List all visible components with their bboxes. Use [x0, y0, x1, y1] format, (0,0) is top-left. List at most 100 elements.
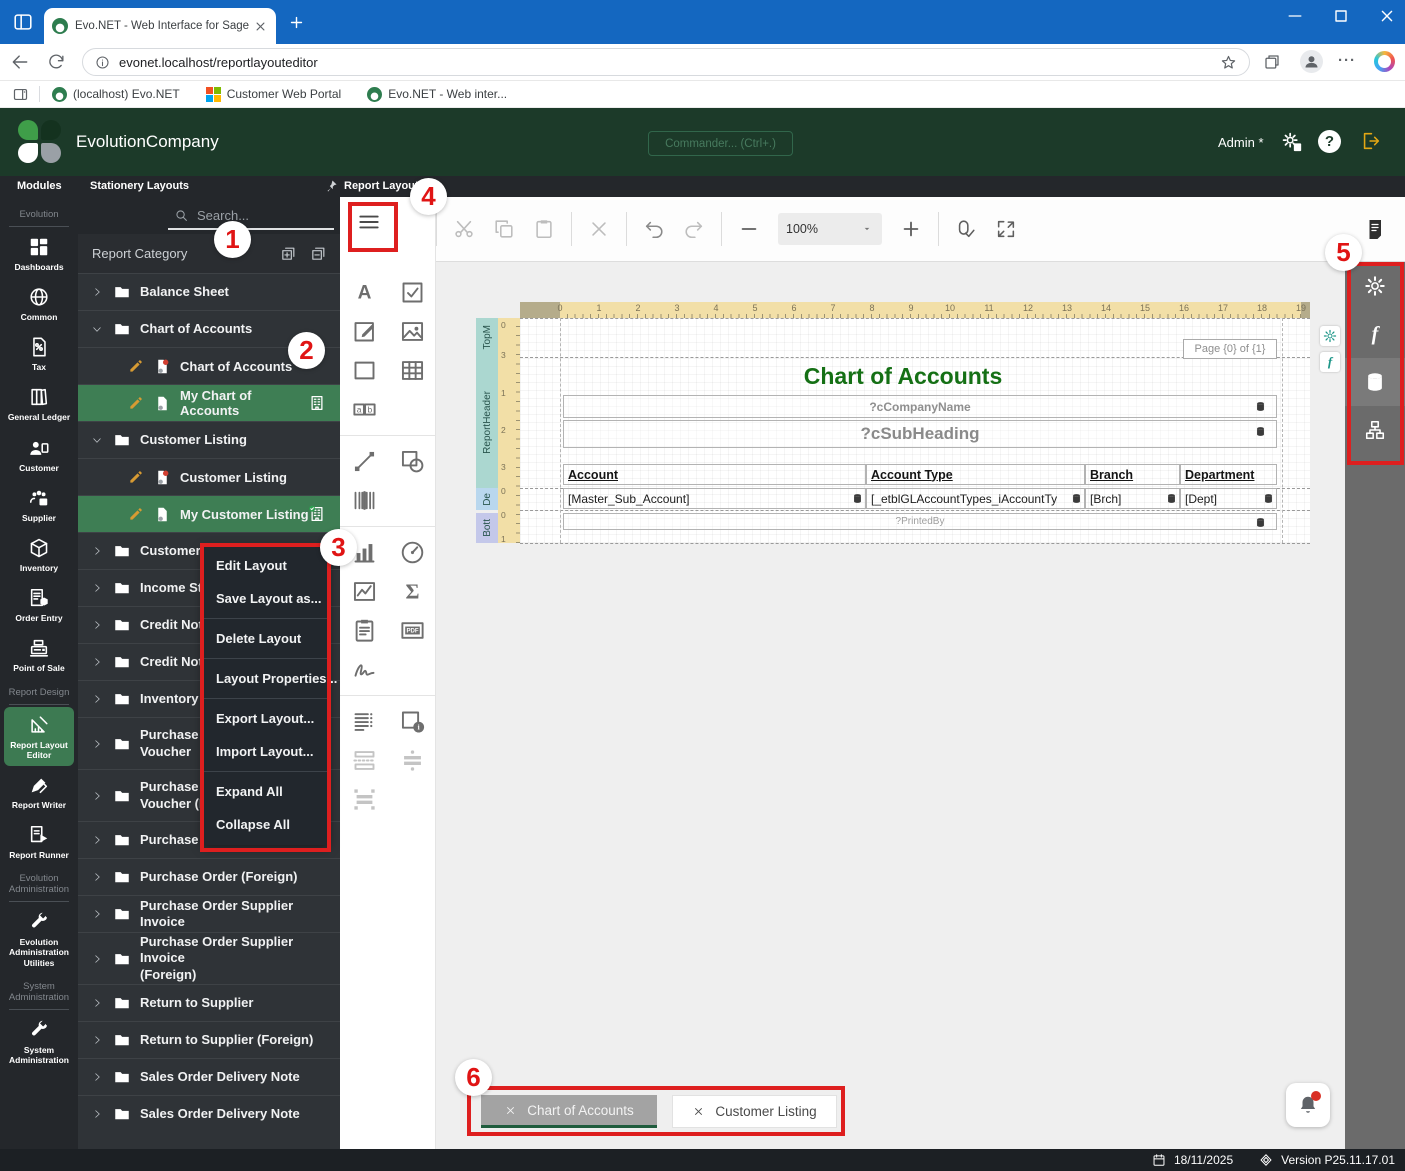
menu-hamburger-icon[interactable] — [356, 209, 382, 235]
tool-gauge-icon[interactable] — [399, 539, 426, 566]
sidebar-item-system-administration[interactable]: System Administration — [4, 1012, 74, 1071]
tool-clipboard-icon[interactable] — [351, 617, 378, 644]
tool-signature-icon[interactable] — [351, 656, 378, 683]
band-label-de[interactable]: De — [476, 488, 498, 510]
tree-folder-chart-of-accounts[interactable]: Chart of Accounts — [78, 310, 340, 347]
pencil-edit-icon[interactable] — [128, 358, 144, 374]
chevron-right-icon[interactable] — [91, 545, 103, 557]
chevron-down-icon[interactable] — [91, 434, 103, 446]
favorite-star-icon[interactable] — [1220, 54, 1237, 71]
expressions-panel-button[interactable]: f — [1345, 310, 1405, 358]
tool-line-icon[interactable] — [351, 448, 378, 475]
bookmark-item[interactable]: Evo.NET - Web inter... — [367, 86, 507, 102]
delete-button[interactable] — [588, 218, 610, 240]
tree-folder-customer-listing[interactable]: Customer Listing — [78, 421, 340, 458]
properties-panel-button[interactable] — [1345, 262, 1405, 310]
sidebar-item-inventory[interactable]: Inventory — [4, 530, 74, 579]
chevron-right-icon[interactable] — [91, 834, 103, 846]
tool-pdf-content-icon[interactable]: PDF — [399, 617, 426, 644]
chevron-right-icon[interactable] — [91, 1071, 103, 1083]
tree-folder-sales-order-delivery-note[interactable]: Sales Order Delivery Note — [78, 1058, 340, 1095]
column-header-account[interactable]: Account — [563, 464, 866, 485]
paste-button[interactable] — [533, 218, 555, 240]
chevron-right-icon[interactable] — [91, 619, 103, 631]
tool-checkbox-icon[interactable] — [399, 279, 426, 306]
menu-item-edit-layout[interactable]: Edit Layout — [202, 549, 329, 582]
site-info-icon[interactable] — [95, 55, 110, 70]
field-list-panel-button[interactable] — [1345, 358, 1405, 406]
chevron-right-icon[interactable] — [91, 953, 103, 965]
column-header-branch[interactable]: Branch — [1085, 464, 1180, 485]
chevron-right-icon[interactable] — [91, 582, 103, 594]
scripts-button[interactable] — [1363, 217, 1387, 241]
sidebar-item-report-runner[interactable]: Report Runner — [4, 817, 74, 866]
chevron-right-icon[interactable] — [91, 738, 103, 750]
tool-character-comb-icon[interactable]: ab — [351, 396, 378, 423]
sidebar-item-dashboards[interactable]: Dashboards — [4, 229, 74, 278]
tool-shape-icon[interactable] — [399, 448, 426, 475]
tree-layout-customer-listing[interactable]: Customer Listing — [78, 458, 340, 495]
chevron-right-icon[interactable] — [91, 997, 103, 1009]
commander-search[interactable]: Commander... (Ctrl+.) — [648, 131, 793, 156]
zoom-level-select[interactable]: 100% — [778, 213, 882, 245]
browser-tab[interactable]: Evo.NET - Web Interface for Sage — [44, 8, 276, 44]
chevron-right-icon[interactable] — [91, 1034, 103, 1046]
chevron-right-icon[interactable] — [91, 286, 103, 298]
chevron-right-icon[interactable] — [91, 908, 103, 920]
split-screen-icon[interactable] — [1263, 53, 1281, 71]
tab-close-icon[interactable] — [253, 19, 268, 34]
user-settings-icon[interactable] — [1281, 131, 1303, 153]
menu-item-export-layout[interactable]: Export Layout... — [202, 702, 329, 735]
tree-folder-return-to-supplier-foreign-[interactable]: Return to Supplier (Foreign) — [78, 1021, 340, 1058]
user-label[interactable]: Admin * — [1218, 135, 1264, 150]
column-header-account-type[interactable]: Account Type — [866, 464, 1085, 485]
sidebar-item-evolution-administration-utilities[interactable]: Evolution Administration Utilities — [4, 904, 74, 974]
chevron-right-icon[interactable] — [91, 656, 103, 668]
close-tab-icon[interactable] — [692, 1105, 705, 1118]
tool-table-icon[interactable] — [399, 357, 426, 384]
tool-picture-icon[interactable] — [399, 318, 426, 345]
tree-folder-return-to-supplier[interactable]: Return to Supplier — [78, 984, 340, 1021]
subheading-field[interactable]: ?cSubHeading — [563, 420, 1277, 448]
company-name-field[interactable]: ?cCompanyName — [563, 395, 1277, 418]
search-input-wrap[interactable] — [168, 203, 334, 230]
refresh-button[interactable] — [47, 52, 66, 71]
menu-item-layout-properties[interactable]: Layout Properties... — [202, 662, 337, 695]
tool-barcode-icon[interactable] — [351, 487, 378, 514]
profile-avatar[interactable] — [1300, 50, 1323, 73]
pencil-edit-icon[interactable] — [128, 469, 144, 485]
tree-folder-balance-sheet[interactable]: Balance Sheet — [78, 273, 340, 310]
sidebar-item-point-of-sale[interactable]: Point of Sale — [4, 630, 74, 679]
collapse-all-icon[interactable] — [310, 245, 327, 262]
band-label-bott[interactable]: Bott — [476, 513, 498, 543]
detail-field-cell[interactable]: [Master_Sub_Account] — [563, 488, 866, 509]
report-title-label[interactable]: Chart of Accounts — [560, 363, 1246, 390]
smart-tag-gear-icon[interactable] — [1320, 326, 1340, 346]
zoom-out-button[interactable] — [738, 218, 760, 240]
chevron-right-icon[interactable] — [91, 871, 103, 883]
sidebar-item-report-writer[interactable]: Report Writer — [4, 767, 74, 816]
tool-label-icon[interactable]: A — [351, 279, 378, 306]
window-maximize-button[interactable] — [1331, 6, 1351, 26]
undo-button[interactable] — [643, 218, 665, 240]
back-button[interactable] — [10, 52, 30, 72]
detail-field-cell[interactable]: [Dept] — [1180, 488, 1277, 509]
band-label-topm[interactable]: TopM — [476, 318, 498, 357]
tool-sum-icon[interactable]: Σ — [399, 578, 426, 605]
chevron-down-icon[interactable] — [91, 323, 103, 335]
chevron-right-icon[interactable] — [91, 790, 103, 802]
bookmark-item[interactable]: (localhost) Evo.NET — [52, 86, 180, 102]
menu-item-delete-layout[interactable]: Delete Layout — [202, 622, 329, 655]
chevron-right-icon[interactable] — [91, 693, 103, 705]
window-minimize-button[interactable] — [1285, 6, 1305, 26]
sidebar-item-order-entry[interactable]: Order Entry — [4, 580, 74, 629]
fullscreen-button[interactable] — [995, 218, 1017, 240]
sidebar-item-tax[interactable]: Tax — [4, 329, 74, 378]
detail-field-cell[interactable]: [_etblGLAccountTypes_iAccountTy]:[_Accou… — [866, 488, 1085, 509]
tree-folder-purchase-order-supplier-invoice[interactable]: Purchase Order Supplier Invoice (Foreign) — [78, 932, 340, 984]
notifications-button[interactable] — [1286, 1083, 1330, 1127]
tool-panel-icon[interactable] — [351, 357, 378, 384]
sidebar-item-report-layout-editor[interactable]: Report Layout Editor — [4, 706, 74, 766]
copilot-icon[interactable] — [1374, 51, 1395, 72]
bookmark-item[interactable]: Customer Web Portal — [205, 86, 341, 102]
